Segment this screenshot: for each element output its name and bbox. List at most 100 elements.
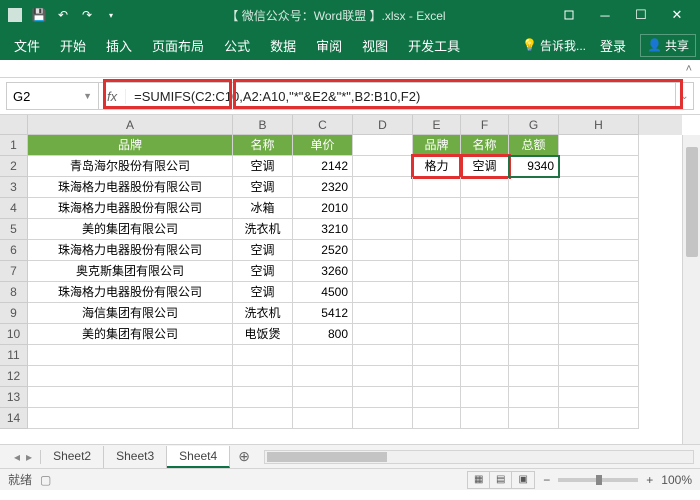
cell-E9[interactable]	[413, 303, 461, 324]
cell-D8[interactable]	[353, 282, 413, 303]
tab-formulas[interactable]: 公式	[214, 30, 260, 60]
cell-C8[interactable]: 4500	[293, 282, 353, 303]
cell-E12[interactable]	[413, 366, 461, 387]
cell-E2[interactable]: 格力	[413, 156, 461, 177]
cell-F7[interactable]	[461, 261, 509, 282]
cell-H11[interactable]	[559, 345, 639, 366]
col-header-G[interactable]: G	[509, 115, 559, 135]
fx-icon[interactable]: fx	[99, 89, 126, 104]
tab-insert[interactable]: 插入	[96, 30, 142, 60]
cell-C1[interactable]: 单价	[293, 135, 353, 156]
cell-G2[interactable]: 9340	[509, 156, 559, 177]
cell-G12[interactable]	[509, 366, 559, 387]
row-header-4[interactable]: 4	[0, 198, 28, 219]
cell-A2[interactable]: 青岛海尔股份有限公司	[28, 156, 233, 177]
cell-A12[interactable]	[28, 366, 233, 387]
tell-me-search[interactable]: 💡告诉我...	[522, 37, 586, 54]
cells-area[interactable]: 品牌名称单价品牌名称总额青岛海尔股份有限公司空调2142格力空调9340珠海格力…	[28, 135, 682, 429]
new-sheet-button[interactable]: ⊕	[230, 448, 258, 465]
cell-A6[interactable]: 珠海格力电器股份有限公司	[28, 240, 233, 261]
cell-F13[interactable]	[461, 387, 509, 408]
cell-E13[interactable]	[413, 387, 461, 408]
cell-H12[interactable]	[559, 366, 639, 387]
cell-H13[interactable]	[559, 387, 639, 408]
cell-B8[interactable]: 空调	[233, 282, 293, 303]
cell-F10[interactable]	[461, 324, 509, 345]
cell-B9[interactable]: 洗衣机	[233, 303, 293, 324]
cell-H10[interactable]	[559, 324, 639, 345]
collapse-ribbon-icon[interactable]: ˄	[686, 63, 692, 75]
cell-H7[interactable]	[559, 261, 639, 282]
cell-F5[interactable]	[461, 219, 509, 240]
col-header-C[interactable]: C	[293, 115, 353, 135]
cell-B5[interactable]: 洗衣机	[233, 219, 293, 240]
cell-F2[interactable]: 空调	[461, 156, 509, 177]
cell-G4[interactable]	[509, 198, 559, 219]
undo-icon[interactable]: ↶	[54, 6, 72, 24]
cell-E4[interactable]	[413, 198, 461, 219]
cell-B10[interactable]: 电饭煲	[233, 324, 293, 345]
ribbon-options-icon[interactable]	[552, 3, 586, 27]
page-layout-view-icon[interactable]: ▤	[490, 472, 512, 488]
formula-input[interactable]: =SUMIFS(C2:C10,A2:A10,"*"&E2&"*",B2:B10,…	[126, 89, 675, 104]
cell-A8[interactable]: 珠海格力电器股份有限公司	[28, 282, 233, 303]
cell-D3[interactable]	[353, 177, 413, 198]
cell-F4[interactable]	[461, 198, 509, 219]
cell-D11[interactable]	[353, 345, 413, 366]
cell-C5[interactable]: 3210	[293, 219, 353, 240]
formula-expand-icon[interactable]: ⌄	[675, 83, 693, 109]
cell-D13[interactable]	[353, 387, 413, 408]
cell-C3[interactable]: 2320	[293, 177, 353, 198]
cell-D10[interactable]	[353, 324, 413, 345]
normal-view-icon[interactable]: ▦	[468, 472, 490, 488]
tab-file[interactable]: 文件	[4, 30, 50, 60]
cell-C2[interactable]: 2142	[293, 156, 353, 177]
cell-C12[interactable]	[293, 366, 353, 387]
cell-G11[interactable]	[509, 345, 559, 366]
hscroll-thumb[interactable]	[267, 452, 387, 462]
cell-F14[interactable]	[461, 408, 509, 429]
cell-A11[interactable]	[28, 345, 233, 366]
tab-data[interactable]: 数据	[260, 30, 306, 60]
cell-C14[interactable]	[293, 408, 353, 429]
zoom-out-icon[interactable]: −	[543, 473, 550, 487]
row-header-14[interactable]: 14	[0, 408, 28, 429]
cell-E5[interactable]	[413, 219, 461, 240]
macro-record-icon[interactable]: ▢	[40, 473, 51, 487]
cell-A3[interactable]: 珠海格力电器股份有限公司	[28, 177, 233, 198]
zoom-slider[interactable]	[558, 478, 638, 482]
cell-A9[interactable]: 海信集团有限公司	[28, 303, 233, 324]
name-box[interactable]: G2 ▼	[7, 83, 99, 109]
cell-E14[interactable]	[413, 408, 461, 429]
tab-layout[interactable]: 页面布局	[142, 30, 214, 60]
cell-G5[interactable]	[509, 219, 559, 240]
cell-F1[interactable]: 名称	[461, 135, 509, 156]
cell-F6[interactable]	[461, 240, 509, 261]
cell-E3[interactable]	[413, 177, 461, 198]
cell-G14[interactable]	[509, 408, 559, 429]
cell-E1[interactable]: 品牌	[413, 135, 461, 156]
sheet-next-icon[interactable]: ▸	[24, 450, 34, 464]
cell-D14[interactable]	[353, 408, 413, 429]
row-header-11[interactable]: 11	[0, 345, 28, 366]
cell-C10[interactable]: 800	[293, 324, 353, 345]
cell-F3[interactable]	[461, 177, 509, 198]
cell-A1[interactable]: 品牌	[28, 135, 233, 156]
tab-view[interactable]: 视图	[352, 30, 398, 60]
cell-D1[interactable]	[353, 135, 413, 156]
cell-A4[interactable]: 珠海格力电器股份有限公司	[28, 198, 233, 219]
cell-B13[interactable]	[233, 387, 293, 408]
horizontal-scrollbar[interactable]	[264, 450, 694, 464]
cell-A7[interactable]: 奥克斯集团有限公司	[28, 261, 233, 282]
cell-H4[interactable]	[559, 198, 639, 219]
tab-home[interactable]: 开始	[50, 30, 96, 60]
col-header-D[interactable]: D	[353, 115, 413, 135]
cell-C9[interactable]: 5412	[293, 303, 353, 324]
share-button[interactable]: 👤共享	[640, 34, 696, 57]
vertical-scrollbar[interactable]	[682, 135, 700, 444]
row-header-13[interactable]: 13	[0, 387, 28, 408]
cell-G9[interactable]	[509, 303, 559, 324]
zoom-handle[interactable]	[596, 475, 602, 485]
select-all-cell[interactable]	[0, 115, 28, 135]
zoom-level[interactable]: 100%	[661, 473, 692, 487]
